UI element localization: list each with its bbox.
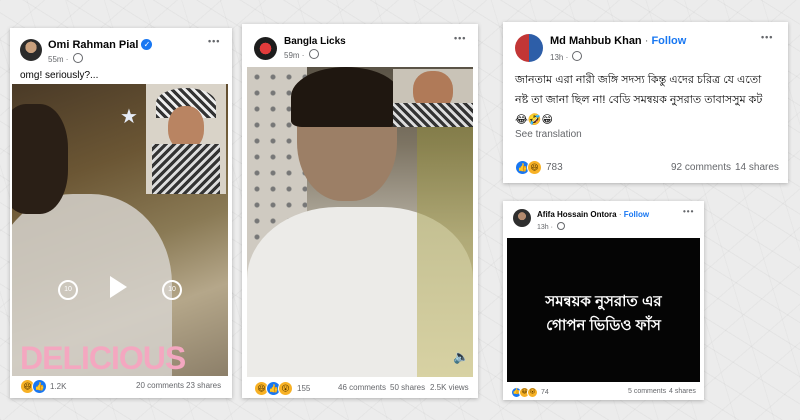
picture-in-picture-frame <box>393 69 473 127</box>
video-subject-head <box>12 104 68 214</box>
reaction-count: 74 <box>541 389 549 396</box>
comments-count[interactable]: 5 comments <box>628 388 666 395</box>
author-name[interactable]: Omi Rahman Pial ✓ <box>48 39 153 51</box>
post-card-bangla-licks: Bangla Licks 59m · ••• 🔈 😆 👍 😮 155 46 co… <box>242 24 478 398</box>
post-time[interactable]: 13h · <box>537 222 565 231</box>
see-translation-link[interactable]: See translation <box>515 129 582 140</box>
post-text: জানতাম এরা নারী জঙ্গি সদস্য কিন্তু এদের … <box>515 74 763 126</box>
image-text-line-2: গোপন ভিডিও ফাঁস <box>546 317 661 334</box>
post-image[interactable]: সমন্বয়ক নুসরাত এর গোপন ভিডিও ফাঁস <box>507 238 700 382</box>
shares-count[interactable]: 14 shares <box>735 162 779 173</box>
separator: · <box>618 210 622 219</box>
picture-in-picture-frame <box>146 84 226 194</box>
author-name[interactable]: Md Mahbub Khan · Follow <box>550 35 686 47</box>
globe-icon <box>72 53 83 63</box>
shares-count[interactable]: 23 shares <box>186 381 221 390</box>
reaction-summary[interactable]: 👍 😆 783 <box>515 160 563 175</box>
post-card-afifa-hossain-ontora: Afifa Hossain Ontora · Follow 13h · ••• … <box>503 201 704 400</box>
wow-reaction-icon: 😮 <box>527 387 538 398</box>
author-avatar[interactable] <box>254 37 277 60</box>
like-reaction-icon: 👍 <box>32 379 47 394</box>
video-subject-hair <box>291 67 401 127</box>
globe-icon <box>308 49 319 59</box>
play-icon[interactable] <box>110 276 127 298</box>
shares-count[interactable]: 50 shares <box>390 383 425 392</box>
shares-count[interactable]: 4 shares <box>669 388 696 395</box>
verified-badge-icon: ✓ <box>141 39 153 50</box>
views-count: 2.5K views <box>430 383 469 392</box>
globe-icon <box>572 51 583 61</box>
reaction-summary[interactable]: 👍 😆 😮 74 <box>511 387 549 398</box>
post-card-omi-rahman-pial: Omi Rahman Pial ✓ 55m · ••• omg! seriousl… <box>10 28 232 398</box>
more-options-icon[interactable]: ••• <box>683 207 694 216</box>
image-text-line-1: সমন্বয়ক নুসরাত এর <box>545 293 662 310</box>
comments-count[interactable]: 20 comments <box>136 381 184 390</box>
globe-icon <box>556 222 565 230</box>
haha-reaction-icon: 😆 <box>527 160 542 175</box>
video-player[interactable]: 🔈 <box>247 67 473 377</box>
author-avatar[interactable] <box>20 39 42 61</box>
author-avatar[interactable] <box>515 34 543 62</box>
reaction-count: 1.2K <box>50 382 67 391</box>
video-side-panel <box>417 127 473 377</box>
author-name[interactable]: Bangla Licks <box>284 36 346 47</box>
reaction-count: 783 <box>546 162 563 173</box>
rewind-10-button[interactable]: 10 <box>58 280 78 300</box>
reaction-summary[interactable]: 😆 👍 😮 155 <box>254 381 310 396</box>
more-options-icon[interactable]: ••• <box>761 32 773 42</box>
video-player[interactable]: ★ 10 10 DELICIOUS <box>12 84 228 376</box>
comments-count[interactable]: 92 comments <box>671 162 731 173</box>
post-time[interactable]: 13h · <box>550 51 583 62</box>
video-overlay-text: DELICIOUS <box>20 340 186 376</box>
separator: · <box>644 35 649 47</box>
post-time[interactable]: 59m · <box>284 49 319 60</box>
author-name[interactable]: Afifa Hossain Ontora · Follow <box>537 210 649 219</box>
wow-reaction-icon: 😮 <box>278 381 293 396</box>
forward-10-button[interactable]: 10 <box>162 280 182 300</box>
post-text: omg! seriously?... <box>20 70 99 81</box>
mute-speaker-icon[interactable]: 🔈 <box>453 349 469 365</box>
star-sticker-icon: ★ <box>120 106 138 128</box>
reaction-count: 155 <box>297 384 311 393</box>
comments-count[interactable]: 46 comments <box>338 383 386 392</box>
follow-button[interactable]: Follow <box>624 210 649 219</box>
post-card-md-mahbub-khan: Md Mahbub Khan · Follow 13h · ••• জানতাম… <box>503 22 788 183</box>
author-avatar[interactable] <box>513 209 531 227</box>
more-options-icon[interactable]: ••• <box>208 36 220 46</box>
post-time[interactable]: 55m · <box>48 53 83 64</box>
reaction-summary[interactable]: 😆 👍 1.2K <box>20 379 66 394</box>
more-options-icon[interactable]: ••• <box>454 33 466 43</box>
follow-button[interactable]: Follow <box>651 35 686 47</box>
